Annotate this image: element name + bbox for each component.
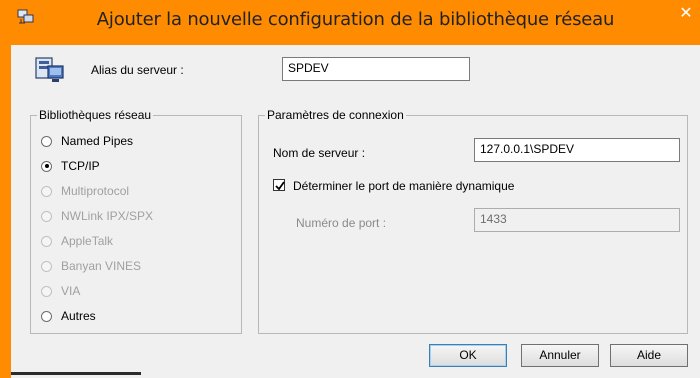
dynamic-port-label: Déterminer le port de manière dynamique <box>293 179 515 193</box>
port-number-label: Numéro de port : <box>296 216 387 230</box>
library-option: Multiprotocol <box>41 183 129 199</box>
radio-button <box>41 210 52 222</box>
network-libraries-legend: Bibliothèques réseau <box>39 108 152 122</box>
radio-button <box>41 235 52 247</box>
server-alias-icon <box>33 52 67 86</box>
library-option[interactable]: TCP/IP <box>41 158 100 174</box>
close-icon[interactable]: ✕ <box>678 6 694 22</box>
library-option: VIA <box>41 283 80 299</box>
library-option-label: VIA <box>61 284 81 298</box>
radio-button <box>41 260 52 272</box>
ok-button[interactable]: OK <box>429 344 507 367</box>
radio-button[interactable] <box>41 135 52 147</box>
connection-params-legend: Paramètres de connexion <box>267 108 404 122</box>
library-option: Banyan VINES <box>41 258 141 274</box>
library-option: AppleTalk <box>41 233 113 249</box>
dialog-window: Ajouter la nouvelle configuration de la … <box>11 0 700 378</box>
library-option-label: TCP/IP <box>61 159 100 173</box>
radio-button <box>41 285 52 297</box>
checkmark-icon <box>275 181 285 191</box>
radio-button[interactable] <box>41 160 52 172</box>
library-option-label: AppleTalk <box>61 234 114 248</box>
library-option-label: Multiprotocol <box>61 184 130 198</box>
radio-button <box>41 185 52 197</box>
server-name-label: Nom de serveur : <box>273 146 366 160</box>
help-button[interactable]: Aide <box>610 344 688 367</box>
cancel-button[interactable]: Annuler <box>521 344 599 367</box>
radio-button[interactable] <box>41 310 52 322</box>
library-option: NWLink IPX/SPX <box>41 208 153 224</box>
library-option-label: Autres <box>61 309 96 323</box>
library-option-label: Banyan VINES <box>61 259 142 273</box>
library-option-label: Named Pipes <box>61 134 134 148</box>
alias-input[interactable]: SPDEV <box>282 57 470 81</box>
alias-label: Alias du serveur : <box>91 63 184 77</box>
port-number-input[interactable]: 1433 <box>474 208 680 232</box>
library-option-label: NWLink IPX/SPX <box>61 209 154 223</box>
dynamic-port-checkbox[interactable] <box>273 179 285 191</box>
server-name-input[interactable]: 127.0.0.1\SPDEV <box>474 138 680 162</box>
library-option[interactable]: Named Pipes <box>41 133 133 149</box>
window-title: Ajouter la nouvelle configuration de la … <box>96 9 615 30</box>
taskbar-strip <box>11 372 141 375</box>
library-option[interactable]: Autres <box>41 308 96 324</box>
title-bar: Ajouter la nouvelle configuration de la … <box>11 0 700 45</box>
